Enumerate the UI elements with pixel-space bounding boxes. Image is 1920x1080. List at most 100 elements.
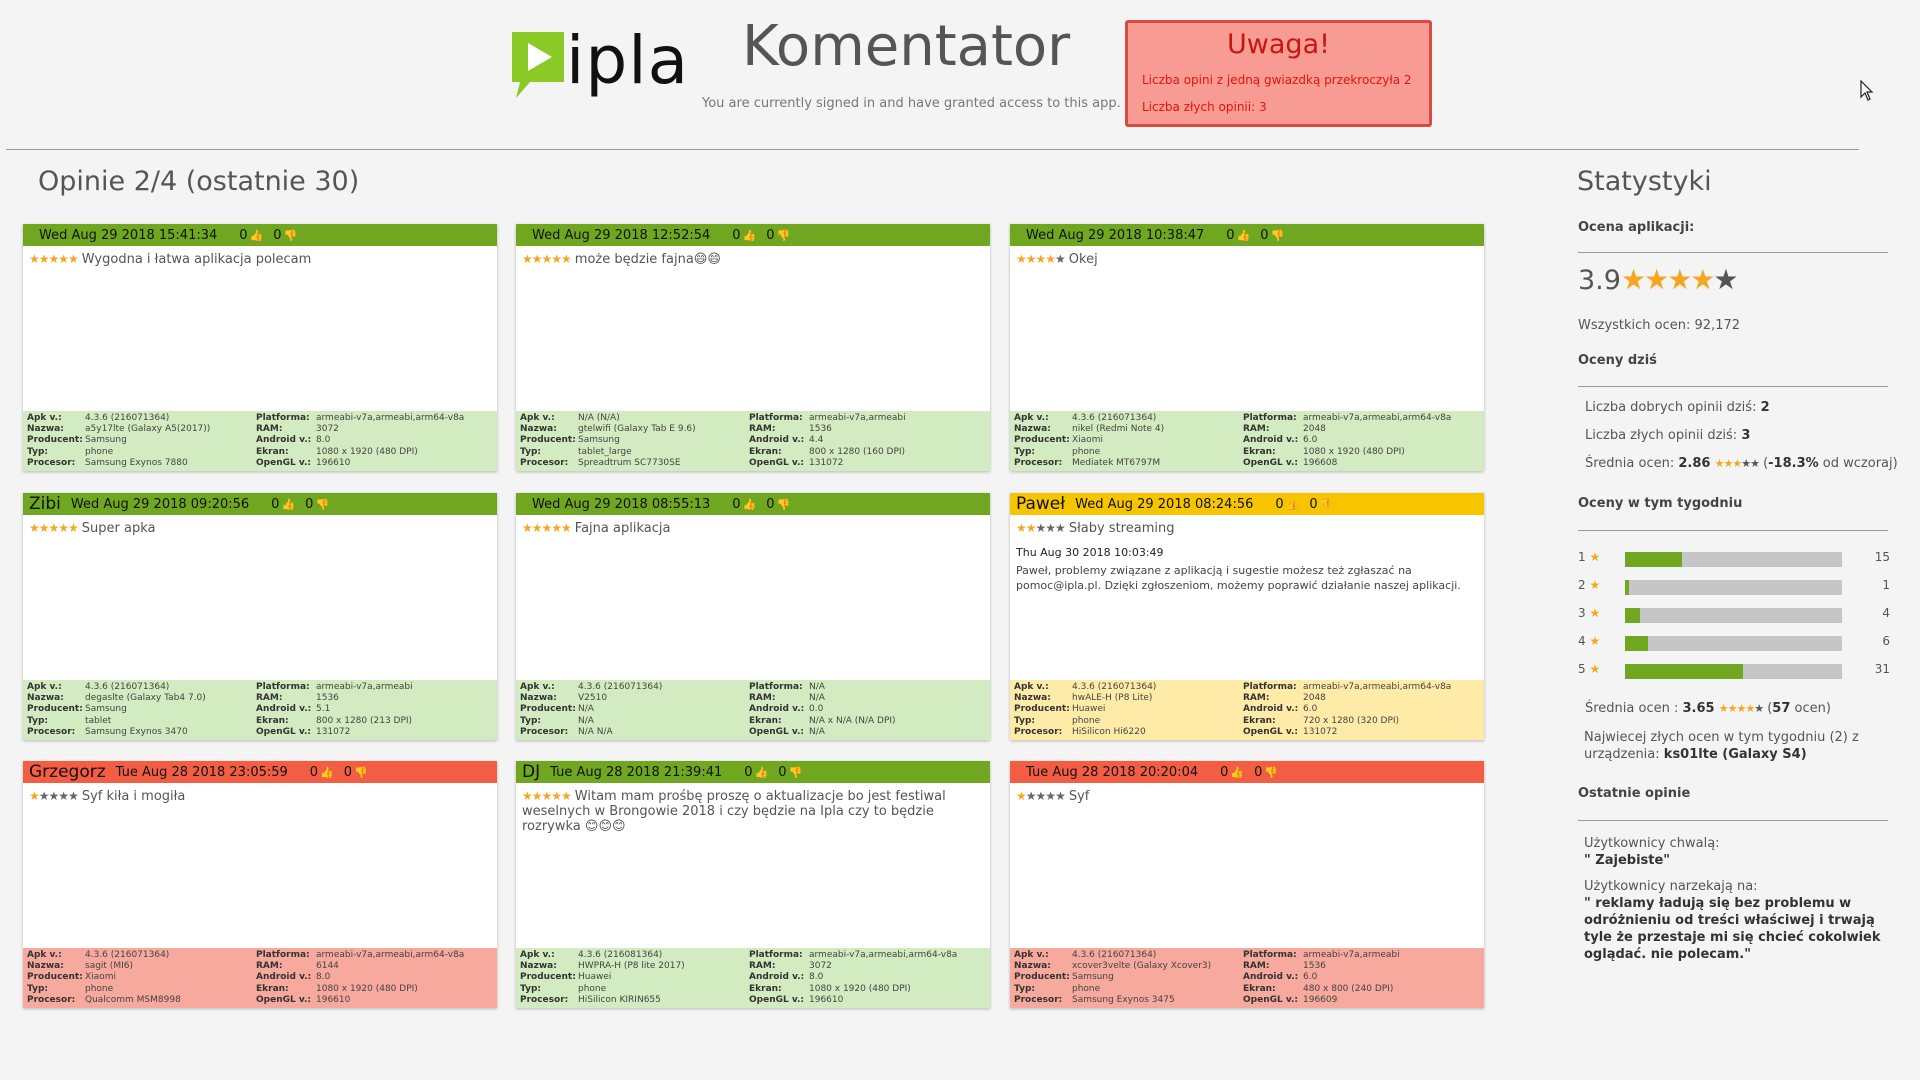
info-key: Apk v.: (27, 950, 62, 960)
device-cpu: HiSilicon Hi6220 (1072, 726, 1146, 737)
upvotes[interactable]: 0 👍 (732, 228, 756, 243)
bar-track (1625, 552, 1842, 567)
review-card[interactable]: Wed Aug 29 2018 10:38:47 0 👍 0 👎 ★★★★★ Okej… (1010, 224, 1484, 471)
ipla-logo[interactable]: ipla (508, 22, 688, 100)
review-text: Słaby streaming (1068, 521, 1175, 536)
info-key: RAM: (1243, 961, 1270, 972)
review-card[interactable]: Zibi Wed Aug 29 2018 09:20:56 0 👍 0 👎 ★★★★… (23, 493, 497, 740)
upvotes[interactable]: 0 👍 (239, 228, 263, 243)
bar-stars-number: 4 (1578, 634, 1586, 648)
thumb-down-icon: 👎 (354, 765, 368, 779)
downvotes[interactable]: 0 👎 (1260, 228, 1284, 243)
bar-count: 6 (1882, 634, 1890, 648)
info-key: Producent: (520, 972, 576, 983)
upvotes[interactable]: 0 👍 (732, 497, 756, 512)
review-card[interactable]: Tue Aug 28 2018 20:20:04 0 👍 0 👎 ★★★★★ Syf … (1010, 761, 1484, 1008)
week-avg-stars: ★★★★★ (1718, 702, 1764, 715)
info-key: OpenGL v.: (1243, 994, 1299, 1005)
review-body: ★★★★★ Witam mam prośbę proszę o aktualiza… (516, 783, 990, 948)
week-bar-row: 2 ★ 1 (1578, 578, 1890, 595)
device-platform: armeabi-v7a,armeabi,arm64-v8a (809, 950, 958, 960)
device-name: xcover3velte (Galaxy Xcover3) (1072, 961, 1212, 972)
downvotes[interactable]: 0 👎 (344, 765, 368, 780)
info-key: Ekran: (749, 446, 782, 457)
bar-fill (1625, 580, 1629, 595)
upvotes[interactable]: 0 👍 (1220, 765, 1244, 780)
review-card[interactable]: Paweł Wed Aug 29 2018 08:24:56 0 👍 0 👎 ★★★… (1010, 493, 1484, 740)
info-key: RAM: (256, 424, 283, 435)
apk-version: 4.3.6 (216071364) (1072, 413, 1157, 423)
thumb-down-icon: 👎 (315, 497, 330, 511)
device-info: Apk v.: 4.3.6 (216071364) Nazwa: xcover3ve… (1010, 948, 1484, 1008)
info-key: OpenGL v.: (1243, 457, 1299, 468)
review-stars: ★★★★★ (1016, 521, 1066, 535)
today-label: Oceny dziś (1578, 353, 1657, 368)
downvotes[interactable]: 0 👎 (1309, 497, 1333, 512)
thumb-down-icon: 👎 (788, 765, 803, 779)
upvotes[interactable]: 0 👍 (1275, 497, 1299, 512)
info-key: Procesor: (27, 726, 76, 737)
device-name: gtelwifi (Galaxy Tab E 9.6) (578, 424, 696, 435)
device-ram: 1536 (809, 424, 832, 435)
downvotes[interactable]: 0 👎 (766, 228, 790, 243)
info-key: Nazwa: (520, 961, 557, 972)
info-key: Ekran: (1243, 446, 1276, 457)
review-card[interactable]: Wed Aug 29 2018 15:41:34 0 👍 0 👎 ★★★★★ Wygo… (23, 224, 497, 471)
review-header: Tue Aug 28 2018 20:20:04 0 👍 0 👎 (1010, 761, 1484, 783)
info-key: Apk v.: (1014, 950, 1049, 960)
info-key: Android v.: (1243, 704, 1299, 715)
device-type: tablet_large (578, 446, 632, 457)
downvotes[interactable]: 0 👎 (1254, 765, 1278, 780)
device-info-left: Apk v.: 4.3.6 (216071364) Nazwa: V2510 Pro… (520, 682, 749, 738)
header: ipla Komentator You are currently signed… (0, 0, 1920, 150)
star-icon: ★ (1589, 606, 1601, 620)
upvotes[interactable]: 0 👍 (1226, 228, 1250, 243)
device-screen: 1080 x 1920 (480 DPI) (1303, 446, 1405, 457)
thumb-up-icon: 👍 (1230, 765, 1245, 779)
info-key: OpenGL v.: (749, 994, 805, 1005)
device-info-left: Apk v.: 4.3.6 (216071364) Nazwa: sagit (MI… (27, 950, 256, 1006)
upvote-count: 0 (744, 764, 753, 780)
worst-device-value: ks01lte (Galaxy S4) (1663, 747, 1807, 762)
star-icon: ★ (1589, 578, 1601, 592)
app-title: Komentator (742, 14, 1071, 79)
upvotes[interactable]: 0 👍 (310, 765, 334, 780)
info-key: Platforma: (1243, 682, 1297, 692)
device-cpu: Samsung Exynos 7880 (85, 457, 188, 468)
avg-today-suffix: od wczoraj (1822, 456, 1893, 471)
bar-fill (1625, 636, 1648, 651)
upvotes[interactable]: 0 👍 (271, 497, 295, 512)
app-rating-label: Ocena aplikacji: (1578, 220, 1695, 235)
apk-version: 4.3.6 (216081364) (578, 950, 663, 960)
device-name: hwALE-H (P8 Lite) (1072, 693, 1153, 704)
downvotes[interactable]: 0 👎 (305, 497, 329, 512)
upvotes[interactable]: 0 👍 (744, 765, 768, 780)
device-producer: Samsung (85, 704, 127, 715)
bar-label: 4 ★ (1578, 634, 1600, 648)
bar-count: 4 (1882, 606, 1890, 620)
bar-track (1625, 608, 1842, 623)
info-key: RAM: (256, 961, 283, 972)
review-text: Super apka (81, 521, 156, 536)
info-key: Apk v.: (520, 950, 555, 960)
thumb-up-icon: 👍 (742, 228, 757, 242)
thumb-up-icon: 👍 (754, 765, 769, 779)
review-card[interactable]: DJ Tue Aug 28 2018 21:39:41 0 👍 0 👎 ★★★★★ W… (516, 761, 990, 1008)
review-date: Wed Aug 29 2018 08:24:56 (1075, 496, 1254, 512)
worst-device: Najwiecej złych ocen w tym tygodniu (2) … (1584, 729, 1884, 763)
android-version: 6.0 (1303, 972, 1318, 983)
info-key: Apk v.: (27, 682, 62, 692)
downvotes[interactable]: 0 👎 (273, 228, 297, 243)
downvotes[interactable]: 0 👎 (766, 497, 790, 512)
bar-count: 31 (1874, 662, 1890, 676)
review-card[interactable]: Wed Aug 29 2018 12:52:54 0 👍 0 👎 ★★★★★ może… (516, 224, 990, 471)
device-type: phone (1072, 983, 1101, 994)
review-card[interactable]: Wed Aug 29 2018 08:55:13 0 👍 0 👎 ★★★★★ Fajn… (516, 493, 990, 740)
device-type: phone (578, 983, 607, 994)
android-version: 0.0 (809, 704, 824, 715)
device-info-right: Platforma: armeabi-v7a,armeabi RAM: 1536 A… (256, 682, 493, 738)
week-bar-row: 1 ★ 15 (1578, 550, 1890, 567)
review-card[interactable]: Grzegorz Tue Aug 28 2018 23:05:59 0 👍 0 👎 … (23, 761, 497, 1008)
device-info-right: Platforma: armeabi-v7a,armeabi,arm64-v8a … (256, 950, 493, 1006)
downvotes[interactable]: 0 👎 (778, 765, 802, 780)
